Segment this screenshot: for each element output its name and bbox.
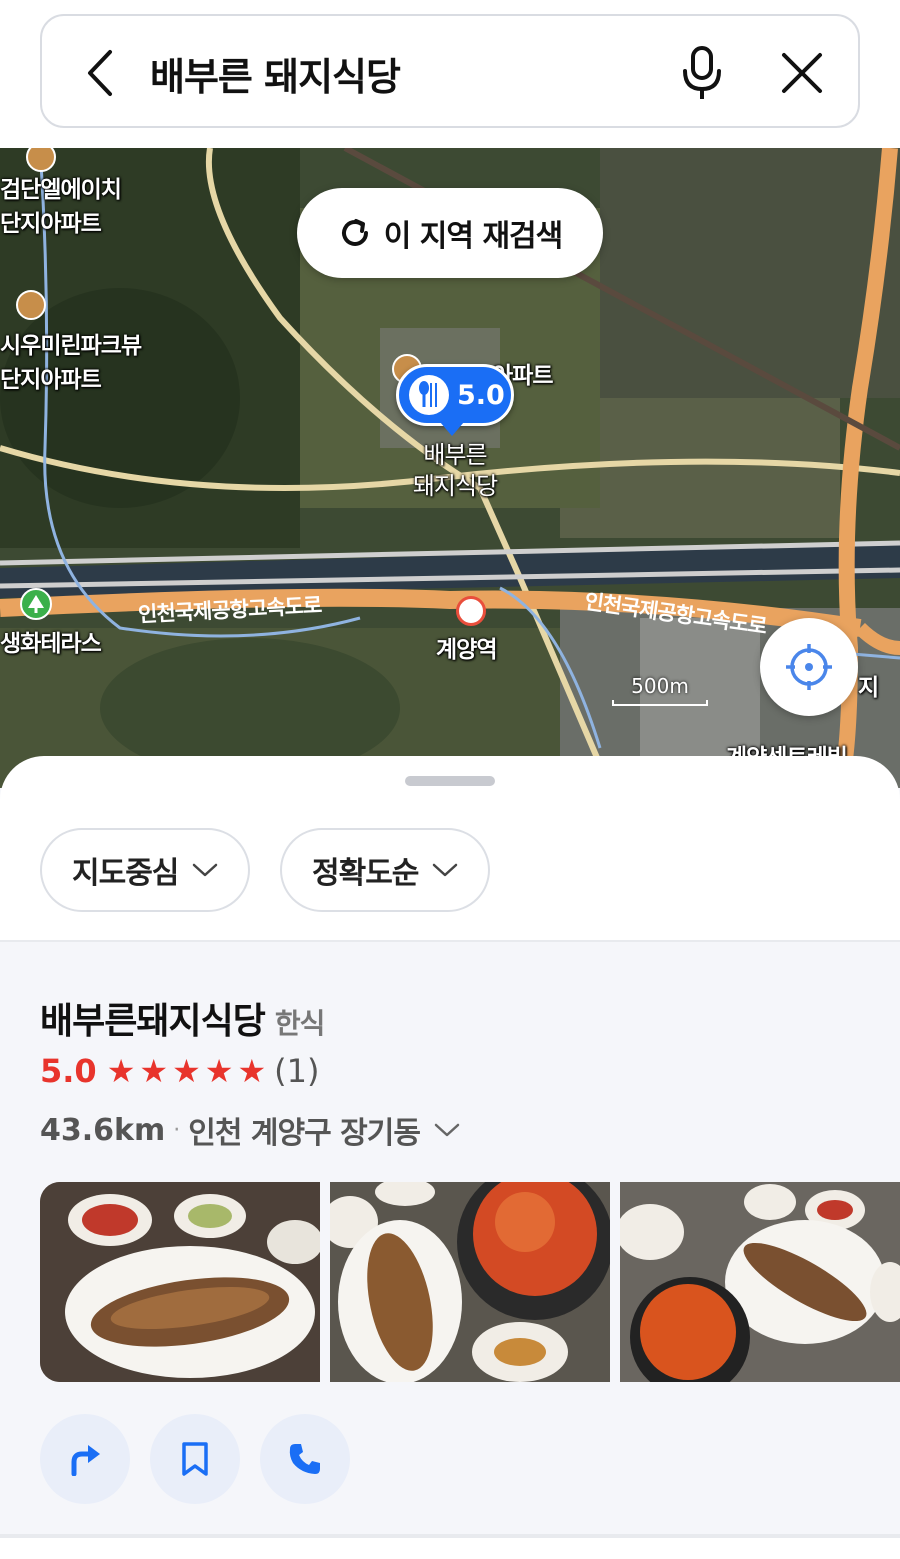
photo-gallery[interactable]: [40, 1182, 900, 1382]
map-label-edge-right: 지: [858, 675, 879, 701]
distance: 43.6km: [40, 1112, 166, 1148]
map-label-apt1-line2: 단지아파트: [0, 211, 102, 237]
pin-label-line1: 배부른: [423, 441, 487, 469]
save-button[interactable]: [150, 1414, 240, 1504]
pin-rating: 5.0: [457, 379, 505, 411]
directions-button[interactable]: [40, 1414, 130, 1504]
star-icon: ★: [139, 1052, 169, 1090]
filter-map-center-chip[interactable]: 지도중심: [40, 828, 251, 912]
place-name: 배부른돼지식당: [40, 1001, 266, 1042]
filter-label: 지도중심: [72, 856, 179, 891]
map-scale: 500m: [612, 674, 708, 706]
filter-sort-chip[interactable]: 정확도순: [280, 828, 491, 912]
pin-label: 배부른 돼지식당: [405, 440, 505, 502]
bottom-divider: [0, 1534, 900, 1538]
top-bar: 배부른 돼지식당: [0, 0, 900, 148]
map-label-station: 계양역: [436, 637, 497, 663]
separator: ·: [173, 1117, 181, 1143]
refresh-icon: [341, 219, 368, 246]
search-box[interactable]: 배부른 돼지식당: [40, 14, 860, 128]
research-area-label: 이 지역 재검색: [383, 219, 563, 254]
directions-arrow-icon: [71, 1445, 100, 1476]
map-label-apt1-line1: 검단엘에이치: [0, 177, 122, 203]
star-icon: ★: [106, 1052, 136, 1090]
mic-icon: [683, 46, 721, 99]
food-photo[interactable]: [330, 1182, 610, 1382]
star-icon: ★: [237, 1052, 267, 1090]
apartment-marker-icon[interactable]: [16, 290, 46, 320]
crosshair-icon: [786, 644, 832, 690]
results-bottom-sheet[interactable]: 지도중심 정확도순 배부른돼지식당 한식 5.0 ★ ★ ★ ★ ★ (1) 43…: [0, 756, 900, 1559]
my-location-button[interactable]: [760, 618, 858, 716]
clear-search-button[interactable]: [772, 42, 832, 104]
filter-label: 정확도순: [312, 856, 419, 891]
address-row[interactable]: 43.6km · 인천 계양구 장기동: [40, 1108, 460, 1152]
rating-row: 5.0 ★ ★ ★ ★ ★ (1): [40, 1052, 319, 1090]
result-item[interactable]: 배부른돼지식당 한식 5.0 ★ ★ ★ ★ ★ (1) 43.6km · 인천 …: [0, 942, 900, 1534]
map-label-park: 생화테라스: [0, 631, 102, 657]
map-label-apt2-line2: 단지아파트: [0, 367, 102, 393]
star-icon: ★: [172, 1052, 201, 1090]
restaurant-pin[interactable]: 5.0: [396, 364, 514, 426]
address: 인천 계양구 장기동: [188, 1116, 421, 1151]
pin-label-line2: 돼지식당: [412, 472, 498, 500]
map-scale-bar: [612, 700, 708, 706]
chevron-down-icon: [434, 1123, 460, 1137]
map-view[interactable]: 검단엘에이치 단지아파트 시우미린파크뷰 단지아파트 아파트 이 지역 재검색 …: [0, 148, 900, 788]
search-query[interactable]: 배부른 돼지식당: [150, 46, 401, 101]
subway-station-icon[interactable]: [456, 596, 486, 626]
back-button[interactable]: [70, 40, 130, 106]
chevron-left-icon: [88, 50, 112, 96]
park-tree-icon[interactable]: [20, 588, 52, 620]
chevron-down-icon: [433, 863, 458, 877]
food-photo[interactable]: [40, 1182, 320, 1382]
phone-icon: [289, 1444, 320, 1474]
action-buttons: [40, 1414, 350, 1504]
research-area-button[interactable]: 이 지역 재검색: [297, 188, 603, 278]
pin-tail: [440, 422, 464, 436]
star-icon: ★: [204, 1052, 234, 1090]
map-scale-label: 500m: [631, 674, 689, 698]
fork-knife-icon: [409, 375, 449, 415]
food-photo[interactable]: [620, 1182, 900, 1382]
sheet-drag-handle[interactable]: [405, 776, 495, 786]
review-count[interactable]: (1): [274, 1052, 319, 1090]
place-category: 한식: [274, 1007, 326, 1040]
map-label-apt2-line1: 시우미린파크뷰: [0, 333, 142, 359]
close-icon: [782, 53, 822, 93]
call-button[interactable]: [260, 1414, 350, 1504]
bookmark-icon: [182, 1442, 208, 1476]
place-title[interactable]: 배부른돼지식당 한식: [40, 992, 326, 1044]
chevron-down-icon: [193, 863, 218, 877]
voice-search-button[interactable]: [672, 42, 732, 104]
rating-score: 5.0: [40, 1052, 97, 1090]
